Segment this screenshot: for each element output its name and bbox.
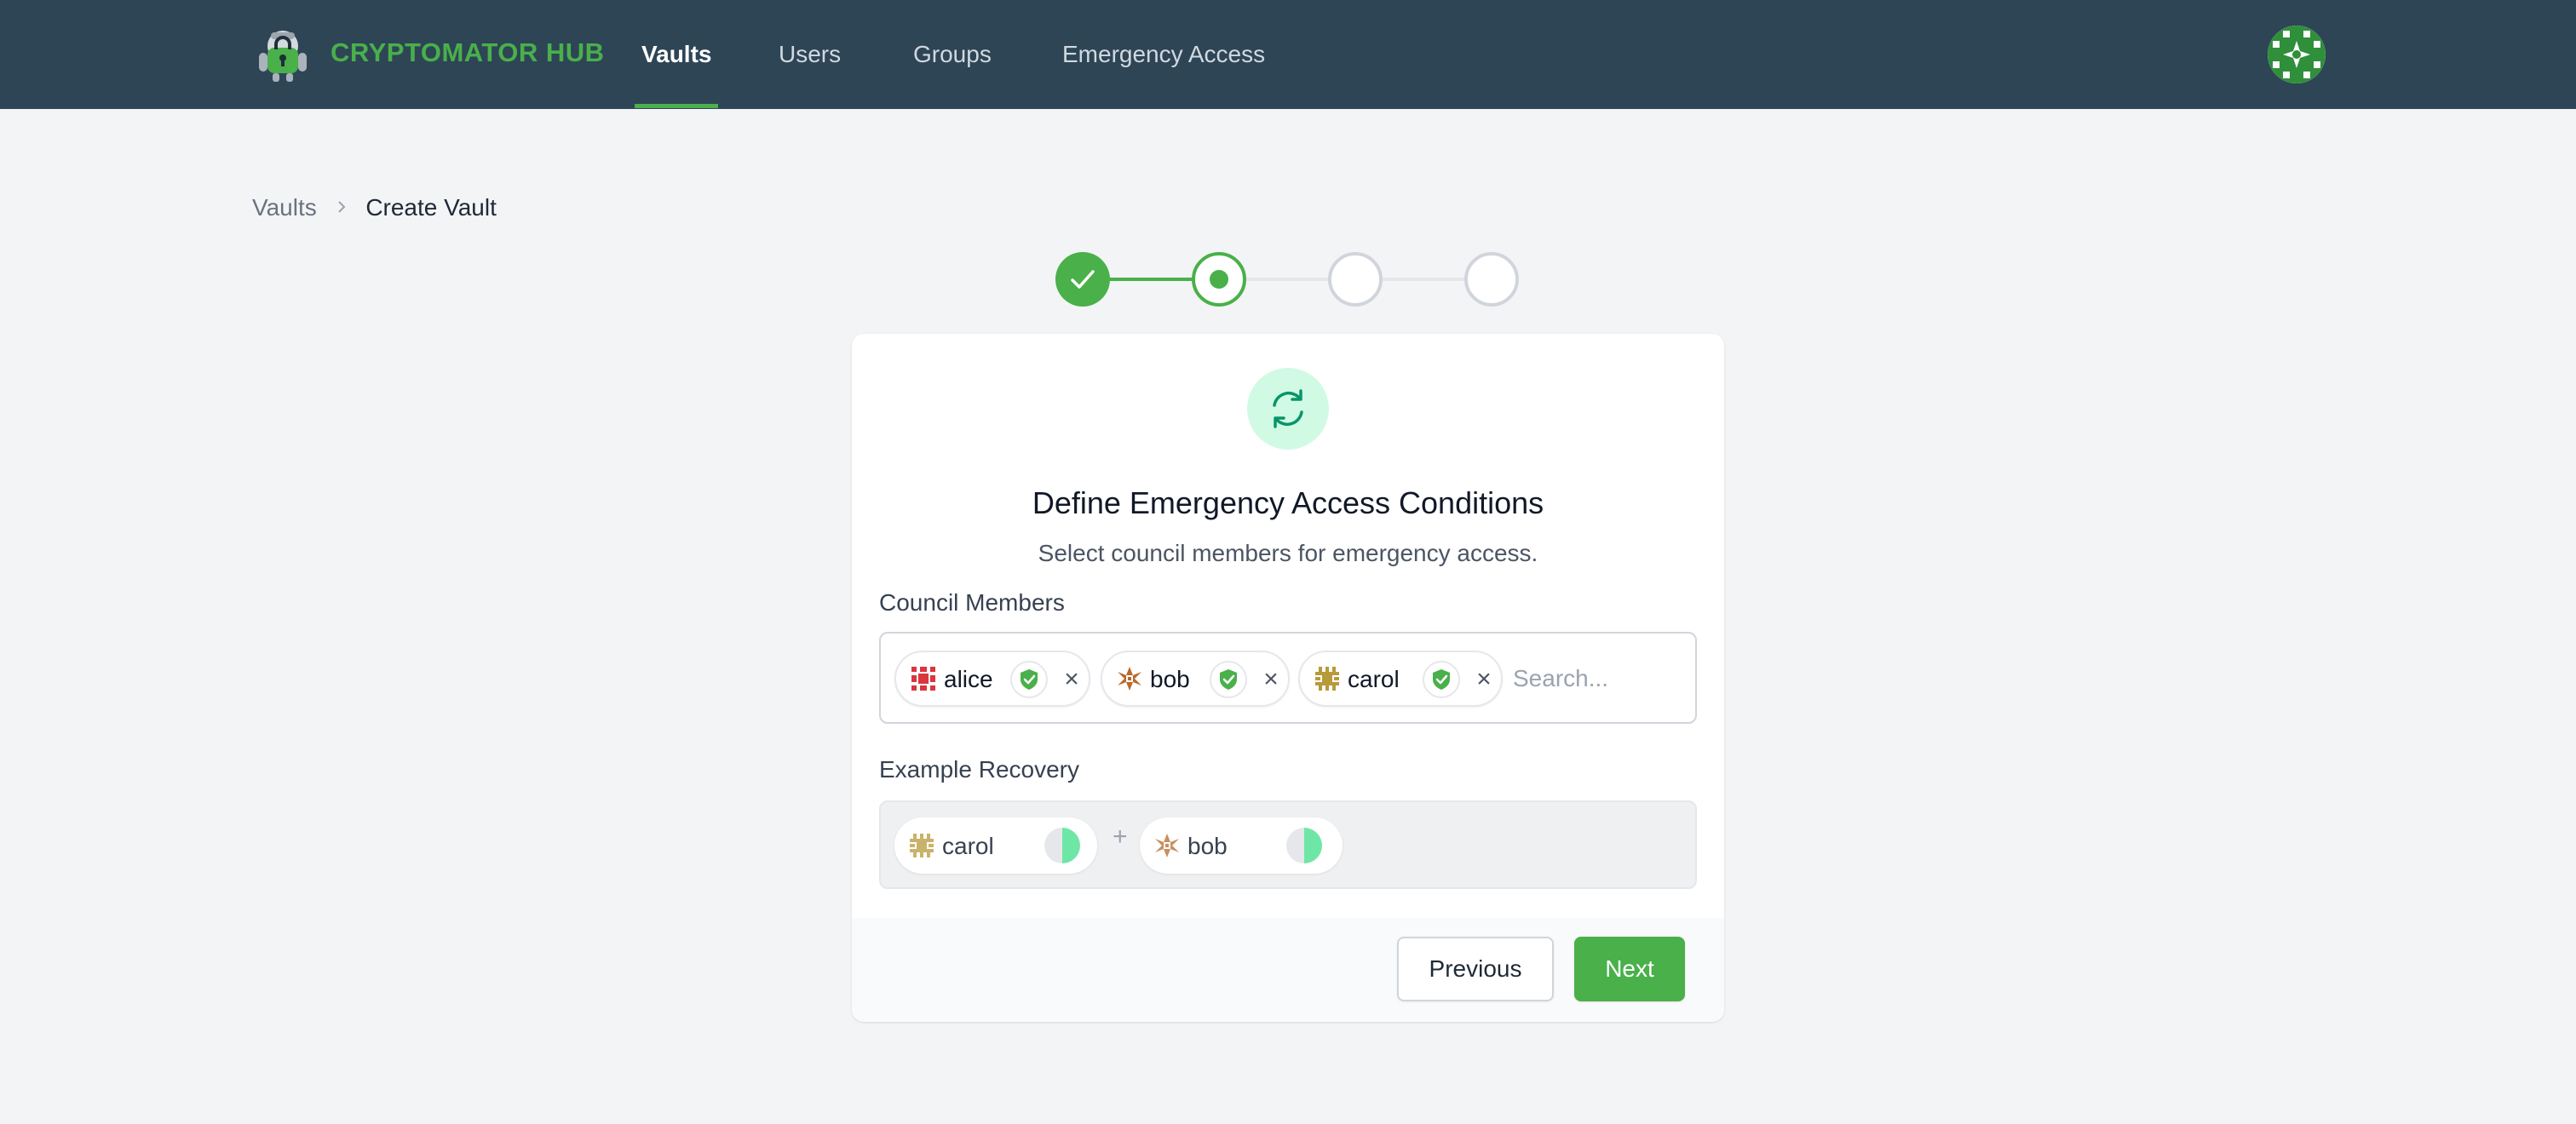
breadcrumb: Vaults Create Vault	[252, 194, 497, 221]
identicon-carol	[1314, 665, 1341, 692]
half-share-pie-icon	[1044, 828, 1080, 863]
user-avatar[interactable]	[2268, 26, 2326, 83]
nav-users[interactable]: Users	[779, 41, 841, 68]
brand-name: CRYPTOMATOR HUB	[331, 37, 605, 67]
example-recovery-panel: carol + bob	[879, 800, 1697, 889]
council-members-label: Council Members	[879, 589, 1065, 616]
card-footer: Previous Next	[852, 918, 1724, 1022]
card-subtitle: Select council members for emergency acc…	[1038, 540, 1538, 566]
shield-check-icon	[1220, 669, 1237, 690]
step-4-upcoming	[1464, 252, 1519, 307]
recovery-chip-carol: carol	[894, 817, 1097, 874]
step-2-current	[1192, 252, 1246, 307]
member-name: carol	[1348, 666, 1400, 692]
council-members-input[interactable]: alice × bob × carol × Search...	[879, 632, 1697, 724]
shield-check-icon	[1433, 669, 1450, 690]
remove-member-button[interactable]: ×	[1257, 664, 1285, 695]
member-chip-carol: carol ×	[1298, 651, 1503, 707]
nav-active-indicator	[635, 104, 718, 108]
member-chip-alice: alice ×	[894, 651, 1090, 707]
verified-badge	[1210, 661, 1247, 698]
verified-badge	[1010, 661, 1048, 698]
card-icon-badge	[1247, 368, 1329, 450]
plus-icon: +	[1113, 823, 1128, 851]
verified-badge	[1423, 661, 1460, 698]
previous-button[interactable]: Previous	[1397, 937, 1554, 1001]
step-3-upcoming	[1328, 252, 1383, 307]
cryptomator-robot-logo-icon[interactable]	[252, 24, 313, 85]
chevron-right-icon	[337, 201, 345, 213]
step-1-complete	[1055, 252, 1110, 307]
remove-member-button[interactable]: ×	[1058, 664, 1085, 695]
nav-emergency-access[interactable]: Emergency Access	[1062, 41, 1265, 68]
user-avatar-icon	[2268, 26, 2326, 83]
next-button[interactable]: Next	[1574, 937, 1685, 1001]
recovery-member-name: bob	[1187, 833, 1228, 859]
remove-member-button[interactable]: ×	[1470, 664, 1498, 695]
half-share-pie-icon	[1286, 828, 1322, 863]
identicon-bob	[1116, 665, 1143, 692]
member-chip-bob: bob ×	[1101, 651, 1290, 707]
member-search-input[interactable]	[1513, 659, 1683, 698]
recovery-member-name: carol	[942, 833, 994, 859]
arrows-rotate-icon	[1273, 389, 1303, 428]
top-navigation-bar: CRYPTOMATOR HUB Vaults Users Groups Emer…	[0, 0, 2576, 109]
identicon-bob	[1153, 832, 1181, 859]
nav-vaults[interactable]: Vaults	[641, 41, 711, 68]
card-title: Define Emergency Access Conditions	[1032, 485, 1544, 520]
shield-check-icon	[1021, 669, 1038, 690]
emergency-access-card: Define Emergency Access Conditions Selec…	[852, 334, 1724, 1022]
member-name: alice	[944, 666, 993, 692]
identicon-carol	[908, 832, 935, 859]
breadcrumb-current: Create Vault	[365, 194, 497, 221]
breadcrumb-vaults-link[interactable]: Vaults	[252, 194, 317, 221]
example-recovery-label: Example Recovery	[879, 756, 1079, 783]
member-name: bob	[1150, 666, 1190, 692]
checkmark-icon	[1071, 270, 1095, 289]
nav-groups[interactable]: Groups	[913, 41, 992, 68]
recovery-chip-bob: bob	[1140, 817, 1343, 874]
identicon-alice	[910, 665, 937, 692]
